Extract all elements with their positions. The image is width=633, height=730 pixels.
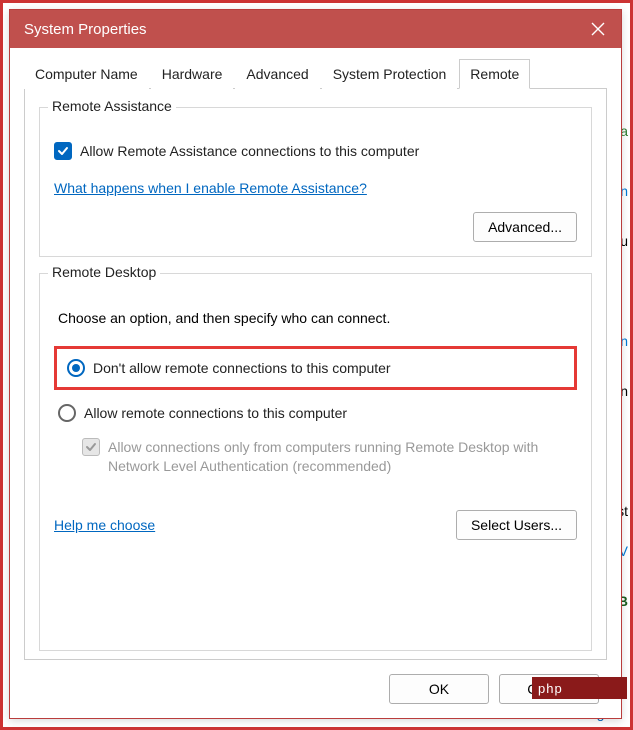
annotation-border: a n u n n st V B System Properties Compu…: [0, 0, 633, 730]
label-nla: Allow connections only from computers ru…: [108, 438, 577, 476]
checkmark-icon: [57, 145, 69, 157]
group-remote-assistance: Remote Assistance Allow Remote Assistanc…: [39, 107, 592, 257]
link-help-me-choose[interactable]: Help me choose: [54, 517, 155, 533]
tab-system-protection[interactable]: System Protection: [322, 59, 458, 89]
titlebar: System Properties: [10, 10, 621, 48]
label-dont-allow: Don't allow remote connections to this c…: [93, 360, 391, 376]
button-advanced[interactable]: Advanced...: [473, 212, 577, 242]
group-remote-desktop: Remote Desktop Choose an option, and the…: [39, 273, 592, 651]
tab-panel-remote: Remote Assistance Allow Remote Assistanc…: [24, 89, 607, 660]
tab-computer-name[interactable]: Computer Name: [24, 59, 149, 89]
button-ok[interactable]: OK: [389, 674, 489, 704]
dialog-body: Computer Name Hardware Advanced System P…: [10, 48, 621, 718]
radio-dont-allow[interactable]: [67, 359, 85, 377]
radio-allow[interactable]: [58, 404, 76, 422]
checkbox-nla: [82, 438, 100, 456]
tab-advanced[interactable]: Advanced: [235, 59, 319, 89]
button-select-users[interactable]: Select Users...: [456, 510, 577, 540]
legend-remote-desktop: Remote Desktop: [48, 264, 160, 280]
row-allow: Allow remote connections to this compute…: [54, 398, 577, 428]
tab-hardware[interactable]: Hardware: [151, 59, 234, 89]
row-nla: Allow connections only from computers ru…: [82, 438, 577, 476]
system-properties-window: System Properties Computer Name Hardware…: [9, 9, 622, 719]
row-dont-allow: Don't allow remote connections to this c…: [63, 359, 568, 377]
php-watermark: php: [532, 677, 627, 699]
label-allow: Allow remote connections to this compute…: [84, 405, 347, 421]
text-choose-option: Choose an option, and then specify who c…: [58, 310, 577, 326]
checkbox-allow-remote-assistance[interactable]: [54, 142, 72, 160]
close-icon: [591, 22, 605, 36]
label-allow-remote-assistance: Allow Remote Assistance connections to t…: [80, 143, 419, 159]
checkmark-icon: [85, 441, 97, 453]
dialog-button-row: OK Cancel: [24, 660, 607, 704]
tab-strip: Computer Name Hardware Advanced System P…: [24, 58, 607, 89]
link-what-happens-remote-assistance[interactable]: What happens when I enable Remote Assist…: [54, 180, 367, 196]
close-button[interactable]: [575, 10, 621, 48]
row-allow-remote-assistance: Allow Remote Assistance connections to t…: [54, 142, 577, 160]
legend-remote-assistance: Remote Assistance: [48, 98, 176, 114]
highlight-dont-allow: Don't allow remote connections to this c…: [54, 346, 577, 390]
window-title: System Properties: [24, 21, 147, 38]
tab-remote[interactable]: Remote: [459, 59, 530, 89]
